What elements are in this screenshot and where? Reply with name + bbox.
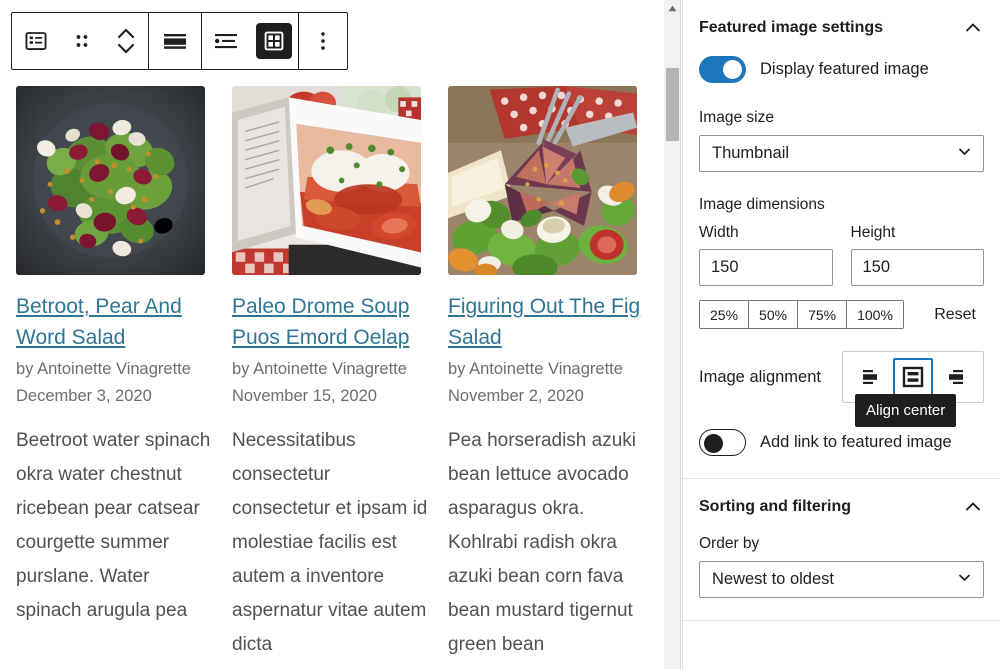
scale-25-button[interactable]: 25% — [700, 301, 749, 328]
move-up-down-icon[interactable] — [104, 13, 148, 69]
align-glyph — [160, 29, 190, 53]
fig-salad-photo[interactable] — [448, 86, 637, 275]
toolbar-group-align — [148, 13, 201, 69]
post-byline: by Antoinette Vinagrette — [16, 360, 191, 378]
post-byline: by Antoinette Vinagrette — [448, 360, 623, 378]
toggle-knob — [704, 434, 723, 453]
grid-view-glyph — [256, 23, 292, 59]
post-date: November 2, 2020 — [448, 387, 584, 405]
cookbook-soup-photo[interactable] — [232, 86, 421, 275]
post-item: Figuring Out The Fig Salad by Antoinette… — [440, 86, 656, 662]
drag-dots-glyph — [74, 30, 90, 52]
align-center-icon[interactable] — [893, 358, 933, 396]
toggle-knob — [723, 60, 742, 79]
latest-posts-grid: Betroot, Pear And Word Salad by Antoinet… — [0, 86, 664, 662]
post-title-link[interactable]: Paleo Drome Soup Puos Emord Oelap — [232, 291, 432, 353]
block-toolbar — [11, 12, 348, 70]
display-featured-image-label: Display featured image — [760, 60, 929, 78]
reset-button[interactable]: Reset — [926, 306, 984, 324]
drag-handle-icon[interactable] — [60, 13, 104, 69]
editor-vertical-scrollbar[interactable] — [664, 0, 681, 669]
image-size-label: Image size — [699, 109, 774, 126]
sorting-filtering-panel: Sorting and filtering Order by Newest to… — [683, 479, 1000, 621]
toolbar-group-view — [201, 13, 298, 69]
post-excerpt: Pea horseradish azuki bean lettuce avoca… — [448, 430, 636, 655]
scale-50-button[interactable]: 50% — [748, 301, 798, 328]
editor-canvas: Betroot, Pear And Word Salad by Antoinet… — [0, 0, 664, 669]
sorting-panel-body: Order by Newest to oldest — [699, 535, 984, 620]
width-label: Width — [699, 224, 739, 241]
featured-image-panel-header[interactable]: Featured image settings — [699, 0, 984, 56]
wordpress-block-editor: Betroot, Pear And Word Salad by Antoinet… — [0, 0, 1000, 669]
vertical-dots-glyph — [318, 28, 328, 54]
image-alignment-label: Image alignment — [699, 367, 821, 386]
align-right-icon[interactable] — [935, 358, 975, 396]
post-title-link[interactable]: Betroot, Pear And Word Salad — [16, 291, 216, 353]
settings-sidebar: Featured image settings Display featured… — [682, 0, 1000, 669]
add-link-label: Add link to featured image — [760, 433, 952, 451]
post-excerpt: Beetroot water spinach okra water chestn… — [16, 430, 211, 621]
toolbar-group-block — [12, 13, 148, 69]
width-field-group: Width — [699, 224, 833, 286]
align-left-icon[interactable] — [851, 358, 891, 396]
image-dimensions-label: Image dimensions — [699, 196, 825, 213]
post-byline: by Antoinette Vinagrette — [232, 360, 407, 378]
percent-scale-row: 25% 50% 75% 100% Reset — [699, 300, 984, 329]
display-featured-image-row: Display featured image — [699, 56, 984, 83]
align-center-tooltip: Align center — [855, 394, 957, 427]
chevron-up-icon[interactable] — [962, 17, 984, 39]
sorting-panel-header[interactable]: Sorting and filtering — [699, 479, 984, 535]
height-field-group: Height — [850, 224, 984, 286]
scale-75-button[interactable]: 75% — [797, 301, 847, 328]
image-dimensions-row: Width Height — [699, 224, 984, 286]
scrollbar-thumb[interactable] — [666, 68, 679, 141]
beetroot-pear-salad-photo[interactable] — [16, 86, 205, 275]
percent-scale-group: 25% 50% 75% 100% — [699, 300, 904, 329]
list-view-icon[interactable] — [202, 13, 250, 69]
list-view-glyph — [212, 29, 240, 53]
order-by-select[interactable]: Newest to oldest — [699, 561, 984, 598]
image-size-select[interactable]: Thumbnail — [699, 135, 984, 172]
height-label: Height — [850, 224, 896, 241]
order-by-value: Newest to oldest — [712, 570, 834, 588]
chevron-down-icon — [956, 143, 973, 165]
post-date: December 3, 2020 — [16, 387, 152, 405]
post-item: Paleo Drome Soup Puos Emord Oelap by Ant… — [224, 86, 440, 662]
image-size-value: Thumbnail — [712, 144, 790, 162]
more-options-icon[interactable] — [299, 13, 347, 69]
latest-posts-glyph — [23, 28, 49, 54]
display-featured-image-toggle[interactable] — [699, 56, 746, 83]
chevron-down-icon — [956, 569, 973, 591]
order-by-label: Order by — [699, 535, 760, 552]
grid-view-icon[interactable] — [250, 13, 298, 69]
align-icon[interactable] — [149, 13, 201, 69]
scroll-up-arrow-icon[interactable] — [664, 0, 681, 17]
post-date: November 15, 2020 — [232, 387, 377, 405]
scale-100-button[interactable]: 100% — [846, 301, 903, 328]
height-input[interactable] — [850, 249, 984, 286]
chevron-up-icon[interactable] — [962, 496, 984, 518]
add-link-toggle[interactable] — [699, 429, 746, 456]
toolbar-group-more — [298, 13, 347, 69]
image-alignment-row: Image alignment Align center — [699, 351, 984, 427]
post-title-link[interactable]: Figuring Out The Fig Salad — [448, 291, 648, 353]
chevron-up-down-glyph — [115, 24, 137, 58]
featured-image-panel-title: Featured image settings — [699, 19, 884, 36]
add-link-row: Add link to featured image — [699, 429, 984, 456]
sorting-panel-title: Sorting and filtering — [699, 498, 851, 515]
post-excerpt: Necessitatibus consectetur consectetur e… — [232, 430, 428, 655]
block-type-latest-posts-icon[interactable] — [12, 13, 60, 69]
width-input[interactable] — [699, 249, 833, 286]
featured-image-panel-body: Display featured image Image size Thumbn… — [699, 56, 984, 478]
featured-image-settings-panel: Featured image settings Display featured… — [683, 0, 1000, 479]
post-item: Betroot, Pear And Word Salad by Antoinet… — [8, 86, 224, 662]
